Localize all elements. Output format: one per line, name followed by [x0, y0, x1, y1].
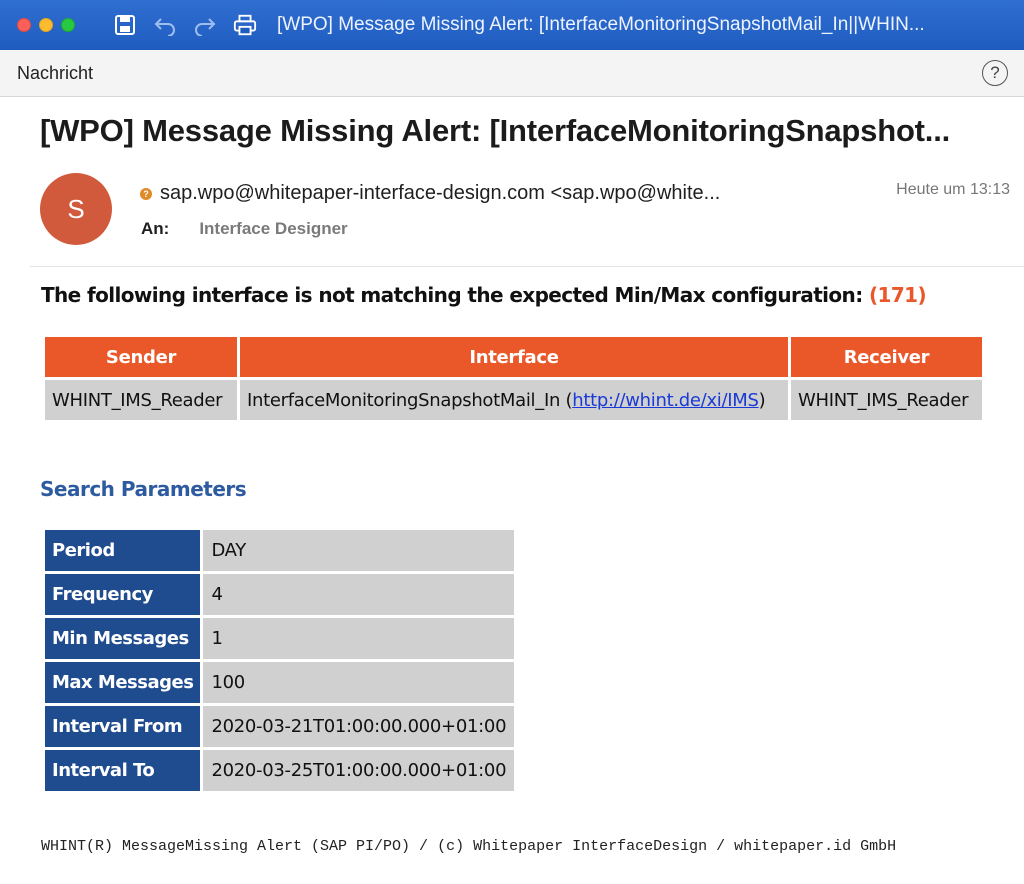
- help-icon[interactable]: ?: [982, 60, 1008, 86]
- header-sender: Sender: [45, 337, 237, 377]
- window-titlebar: [WPO] Message Missing Alert: [InterfaceM…: [0, 0, 1024, 50]
- table-row: Max Messages 100: [45, 662, 515, 703]
- search-parameters-table: Period DAY Frequency 4 Min Messages 1 Max M…: [42, 527, 517, 794]
- close-window-icon[interactable]: [17, 18, 31, 32]
- param-label: Max Messages: [45, 662, 201, 703]
- table-row: Interval To 2020-03-25T01:00:00.000+01:00: [45, 750, 515, 791]
- to-label: An:: [141, 219, 170, 238]
- header-interface: Interface: [240, 337, 788, 377]
- param-label: Period: [45, 530, 201, 571]
- tab-nachricht[interactable]: Nachricht: [17, 63, 93, 84]
- avatar: S: [40, 173, 112, 245]
- footer-text: WHINT(R) MessageMissing Alert (SAP PI/PO…: [41, 838, 897, 855]
- table-row: Interval From 2020-03-21T01:00:00.000+01:…: [45, 706, 515, 747]
- table-row: WHINT_IMS_Reader InterfaceMonitoringSnap…: [45, 380, 982, 420]
- param-label: Interval From: [45, 706, 201, 747]
- mismatch-count: (171): [868, 283, 927, 307]
- header-receiver: Receiver: [791, 337, 982, 377]
- interface-name: InterfaceMonitoringSnapshotMail_In (: [247, 389, 573, 411]
- param-label: Interval To: [45, 750, 201, 791]
- header-divider: [30, 266, 1024, 267]
- param-value: 4: [203, 574, 515, 615]
- param-label: Frequency: [45, 574, 201, 615]
- undo-icon[interactable]: [153, 13, 177, 37]
- interface-cell: InterfaceMonitoringSnapshotMail_In (http…: [240, 380, 788, 420]
- titlebar-actions: [113, 13, 257, 37]
- recipient-line: An: Interface Designer: [141, 219, 348, 239]
- receiver-cell: WHINT_IMS_Reader: [791, 380, 982, 420]
- message-date: Heute um 13:13: [896, 181, 1010, 198]
- search-parameters-title: Search Parameters: [40, 477, 247, 501]
- param-label: Min Messages: [45, 618, 201, 659]
- message-toolbar: Nachricht ?: [0, 50, 1024, 97]
- sender-address[interactable]: sap.wpo@whitepaper-interface-design.com …: [160, 182, 830, 205]
- sender-status-icon: ?: [140, 187, 152, 200]
- interface-table: Sender Interface Receiver WHINT_IMS_Read…: [42, 334, 985, 423]
- message-subject: [WPO] Message Missing Alert: [InterfaceM…: [40, 113, 951, 148]
- save-icon[interactable]: [113, 13, 137, 37]
- interface-namespace-link[interactable]: http://whint.de/xi/IMS: [572, 390, 759, 411]
- intro-sentence: The following interface is not matching …: [41, 283, 869, 307]
- interface-table-header: Sender Interface Receiver: [45, 337, 982, 377]
- param-value: 2020-03-21T01:00:00.000+01:00: [203, 706, 515, 747]
- sender-cell: WHINT_IMS_Reader: [45, 380, 237, 420]
- intro-text: The following interface is not matching …: [41, 283, 927, 307]
- table-row: Min Messages 1: [45, 618, 515, 659]
- table-row: Period DAY: [45, 530, 515, 571]
- redo-icon[interactable]: [193, 13, 217, 37]
- param-value: 1: [203, 618, 515, 659]
- recipient-name[interactable]: Interface Designer: [199, 219, 347, 239]
- minimize-window-icon[interactable]: [39, 18, 53, 32]
- interface-close-paren: ): [758, 389, 766, 411]
- param-value: 100: [203, 662, 515, 703]
- param-value: 2020-03-25T01:00:00.000+01:00: [203, 750, 515, 791]
- print-icon[interactable]: [233, 13, 257, 37]
- window-title: [WPO] Message Missing Alert: [InterfaceM…: [277, 14, 925, 35]
- zoom-window-icon[interactable]: [61, 18, 75, 32]
- window-controls: [17, 18, 75, 32]
- from-line: ? sap.wpo@whitepaper-interface-design.co…: [140, 182, 840, 205]
- param-value: DAY: [203, 530, 515, 571]
- table-row: Frequency 4: [45, 574, 515, 615]
